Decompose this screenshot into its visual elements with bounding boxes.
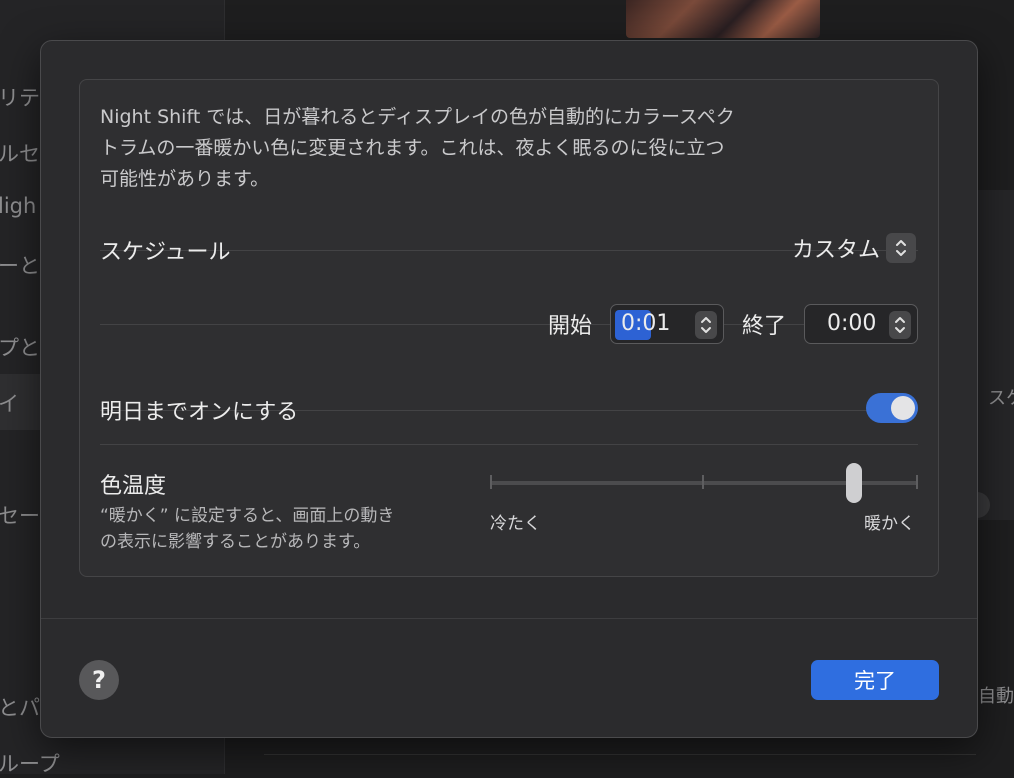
background-sidebar-text: セー: [0, 504, 40, 528]
schedule-label: スケジュール: [100, 240, 231, 265]
start-time-field[interactable]: 0:01: [609, 304, 724, 344]
description-line: Night Shift では、日が暮れるとディスプレイの色が自動的にカラースペク: [100, 106, 735, 128]
background-content-text: 自動: [978, 686, 1014, 707]
background-sidebar-text: ルセ: [0, 142, 40, 166]
night-shift-description: Night Shift では、日が暮れるとディスプレイの色が自動的にカラースペク…: [100, 102, 860, 195]
note-line: の表示に影響することがあります。: [100, 532, 371, 552]
start-time-value[interactable]: 0:01: [621, 311, 670, 336]
schedule-value: カスタム: [791, 238, 880, 263]
color-temperature-slider-thumb[interactable]: [845, 463, 862, 503]
slider-tick: [702, 475, 704, 489]
slider-tick: [916, 475, 918, 489]
background-content-panel: [976, 190, 1014, 520]
start-time-label: 開始: [547, 314, 592, 339]
until-tomorrow-toggle[interactable]: [866, 393, 918, 423]
background-sidebar-text: リテ: [0, 86, 40, 110]
note-line: “暖かく” に設定すると、画面上の動き: [100, 506, 395, 526]
color-temperature-label: 色温度: [100, 474, 167, 499]
up-down-chevron-icon[interactable]: [694, 311, 717, 339]
night-shift-dialog: Night Shift では、日が暮れるとディスプレイの色が自動的にカラースペク…: [40, 40, 978, 738]
settings-panel: Night Shift では、日が暮れるとディスプレイの色が自動的にカラースペク…: [79, 79, 939, 577]
description-line: トラムの一番暖かい色に変更されます。これは、夜よく眠るのに役に立つ: [100, 137, 725, 159]
schedule-popup-button[interactable]: カスタム: [792, 232, 916, 264]
question-mark-icon: ?: [92, 666, 106, 694]
background-sidebar-text: プと: [0, 336, 40, 360]
color-temperature-note: “暖かく” に設定すると、画面上の動き の表示に影響することがあります。: [100, 503, 460, 555]
end-time-field[interactable]: 0:00: [804, 304, 918, 344]
background-sidebar-text: とパ: [0, 696, 40, 720]
help-button[interactable]: ?: [79, 660, 119, 700]
footer-divider: [41, 618, 977, 619]
until-tomorrow-label: 明日までオンにする: [100, 400, 299, 425]
divider: [100, 444, 918, 445]
description-line: 可能性があります。: [100, 168, 270, 190]
background-divider: [264, 738, 976, 755]
slider-max-label: 暖かく: [864, 514, 915, 534]
slider-min-label: 冷たく: [490, 514, 541, 534]
background-sidebar-text: イ: [0, 392, 19, 416]
slider-tick: [490, 475, 492, 489]
background-wallpaper-thumbnail: [626, 0, 820, 38]
end-time-value[interactable]: 0:00: [827, 311, 876, 336]
toggle-knob: [891, 396, 915, 420]
up-down-chevron-icon[interactable]: [889, 311, 911, 339]
time-range-row: 開始 0:01 終了 0:00: [548, 304, 918, 344]
end-time-label: 終了: [741, 314, 786, 339]
done-button[interactable]: 完了: [811, 660, 939, 700]
background-sidebar-text: ーと: [0, 254, 40, 278]
background-content-text: スケ: [988, 388, 1014, 409]
up-down-chevron-icon: [886, 233, 916, 263]
background-sidebar-text: ligh: [0, 194, 37, 218]
